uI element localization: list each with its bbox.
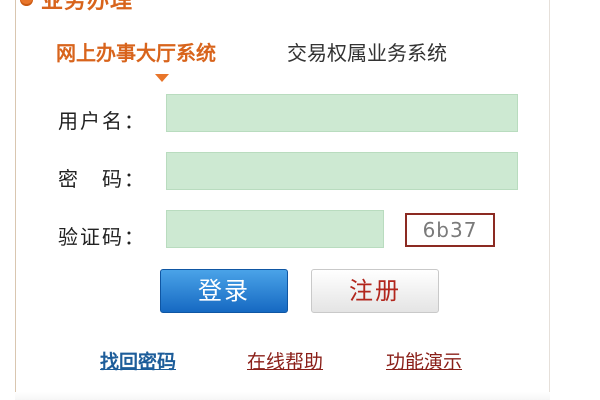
bullet-icon xyxy=(20,0,33,6)
section-title: 业务办理 xyxy=(41,0,134,14)
password-label: 密 码： xyxy=(58,167,146,191)
tab-online-service-hall[interactable]: 网上办事大厅系统 xyxy=(56,38,216,68)
active-tab-pointer-icon xyxy=(155,74,169,82)
tab-transaction-ownership[interactable]: 交易权属业务系统 xyxy=(287,38,447,68)
username-input[interactable] xyxy=(166,94,518,132)
login-panel: 业务办理 网上办事大厅系统 交易权属业务系统 用户名： 密 码： 验证码： 6b… xyxy=(0,0,600,400)
username-label: 用户名： xyxy=(58,109,146,133)
panel-bottom-edge xyxy=(15,392,550,400)
forgot-password-link[interactable]: 找回密码 xyxy=(100,347,176,374)
captcha-input[interactable] xyxy=(166,210,384,248)
section-header: 业务办理 xyxy=(20,0,134,14)
captcha-label: 验证码： xyxy=(58,225,146,249)
register-button[interactable]: 注册 xyxy=(311,269,439,313)
panel-left-border xyxy=(15,0,16,396)
password-input[interactable] xyxy=(166,152,518,190)
online-help-link[interactable]: 在线帮助 xyxy=(247,347,323,374)
panel-right-border xyxy=(549,0,550,396)
feature-demo-link[interactable]: 功能演示 xyxy=(386,347,462,374)
captcha-image[interactable]: 6b37 xyxy=(405,213,495,247)
login-button[interactable]: 登录 xyxy=(160,269,288,313)
